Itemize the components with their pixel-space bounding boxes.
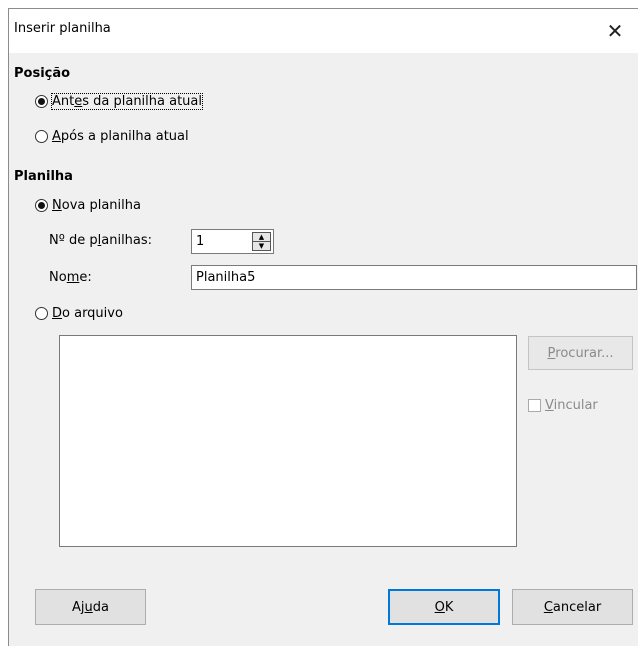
radio-from-file[interactable]: Do arquivo (35, 303, 123, 323)
insert-sheet-dialog: Inserir planilha ✕ Posição Antes da plan… (8, 8, 638, 646)
radio-new-sheet[interactable]: Nova planilha (35, 195, 141, 215)
radio-before-current[interactable]: Antes da planilha atual (35, 91, 204, 111)
title-bar: Inserir planilha ✕ (9, 9, 638, 53)
radio-new-sheet-label: Nova planilha (52, 197, 141, 213)
position-heading: Posição (14, 66, 71, 81)
link-checkbox-label: Vincular (545, 398, 598, 413)
sheet-name-label: Nome: (49, 270, 92, 285)
sheet-count-value[interactable]: 1 (196, 234, 204, 249)
sheet-heading: Planilha (14, 169, 73, 184)
help-button[interactable]: Aj u da (35, 589, 146, 625)
stepper-up-icon[interactable]: ▲ (253, 233, 270, 242)
radio-from-file-label: Do arquivo (52, 305, 123, 321)
radio-indicator[interactable] (35, 94, 48, 108)
close-icon[interactable]: ✕ (592, 9, 638, 53)
browse-button[interactable]: Procurar... (528, 336, 633, 370)
sheet-count-label: Nº de planilhas: (49, 233, 153, 248)
radio-indicator[interactable] (35, 129, 48, 143)
dialog-title: Inserir planilha (14, 21, 111, 36)
ok-button[interactable]: OK (388, 589, 500, 625)
radio-after-current[interactable]: Após a planilha atual (35, 126, 189, 146)
radio-before-label: Antes da planilha atual (50, 92, 204, 110)
checkbox-box[interactable] (528, 399, 541, 412)
sheet-name-input[interactable]: Planilha5 (191, 265, 637, 290)
radio-indicator[interactable] (35, 306, 48, 320)
file-sheets-list[interactable] (59, 335, 517, 547)
radio-indicator[interactable] (35, 198, 48, 212)
radio-after-label: Após a planilha atual (52, 128, 189, 144)
stepper-down-icon[interactable]: ▼ (253, 242, 270, 250)
cancel-button[interactable]: Cancelar (512, 589, 633, 625)
stepper-buttons[interactable]: ▲ ▼ (252, 232, 271, 251)
sheet-count-stepper[interactable]: 1 ▲ ▼ (191, 229, 274, 254)
link-checkbox[interactable]: Vincular (528, 398, 598, 413)
